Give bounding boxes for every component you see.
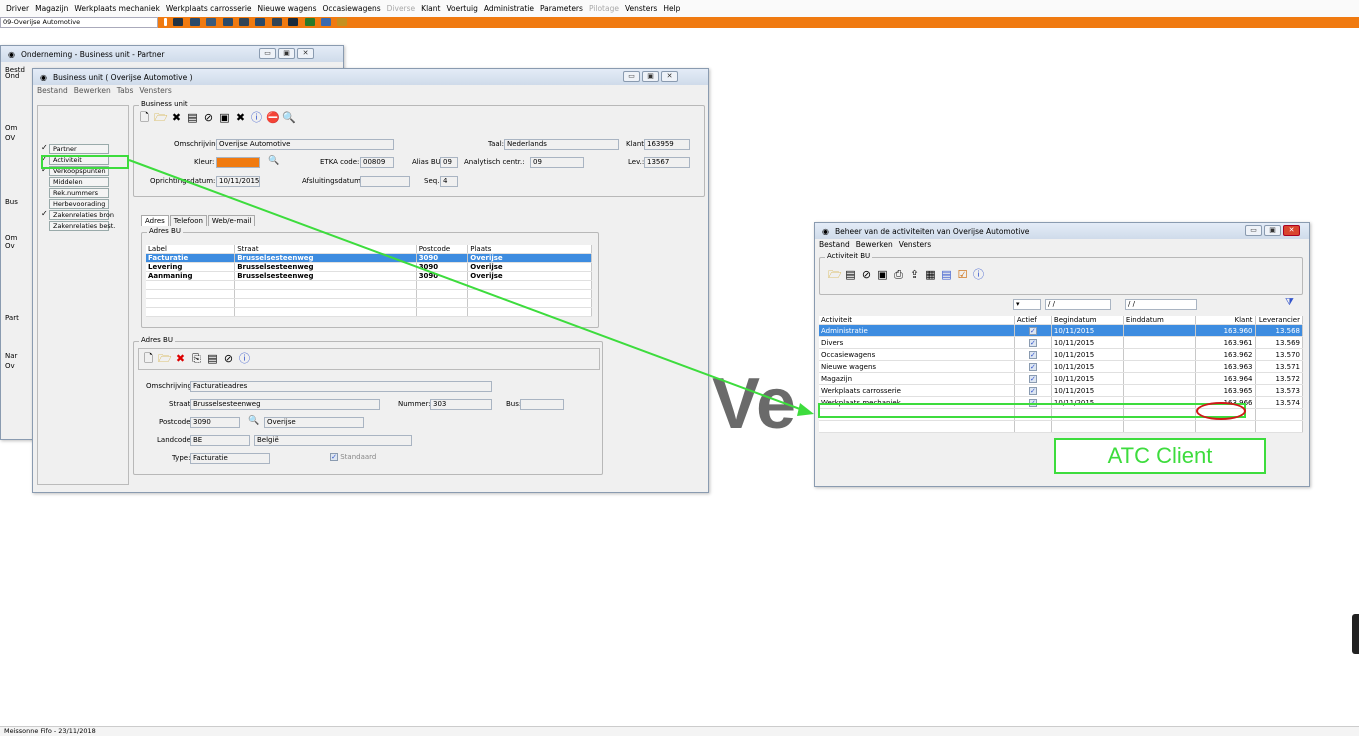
annotation-arrow: [128, 159, 814, 416]
status-bar: Meissonne Fifo - 23/11/2018: [0, 726, 1359, 736]
side-tab-handle[interactable]: [1352, 614, 1359, 654]
